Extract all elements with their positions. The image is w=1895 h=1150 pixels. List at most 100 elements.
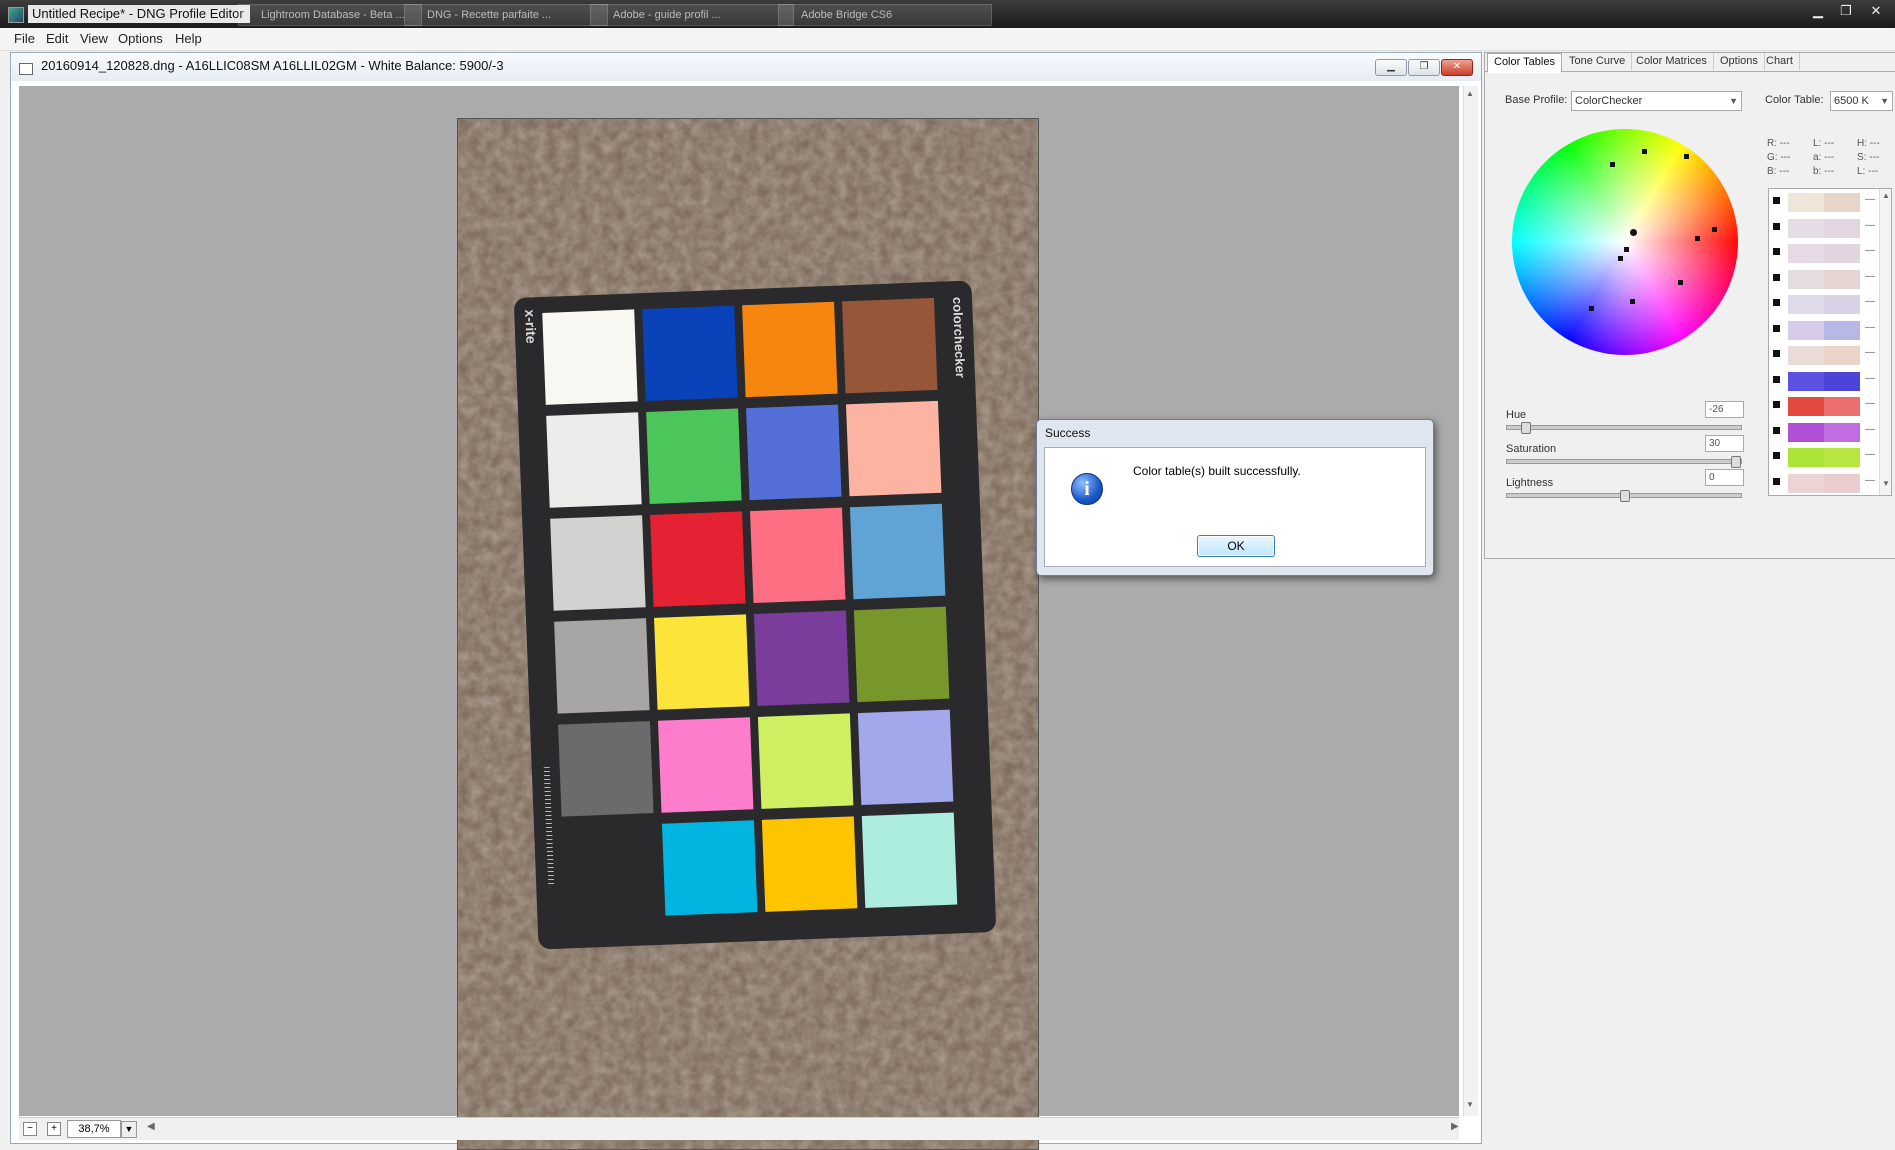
wheel-control-point[interactable] <box>1712 227 1717 232</box>
wheel-control-point[interactable] <box>1678 280 1683 285</box>
swatch-remove-icon[interactable]: — <box>1865 398 1875 409</box>
photo-canvas[interactable]: x-rite colorchecker <box>457 118 1039 1150</box>
hue-slider[interactable] <box>1506 422 1742 434</box>
scroll-down-icon[interactable]: ▼ <box>1466 1100 1474 1109</box>
lightness-label: Lightness <box>1506 477 1554 489</box>
doc-minimize-button[interactable]: ▁ <box>1375 59 1407 76</box>
swatch-row[interactable]: — <box>1769 189 1891 215</box>
swatch-remove-icon[interactable]: — <box>1865 449 1875 460</box>
wheel-control-point[interactable] <box>1695 236 1700 241</box>
menu-help[interactable]: Help <box>175 31 202 46</box>
hue-field[interactable]: -26 <box>1705 401 1744 418</box>
saturation-label: Saturation <box>1506 443 1557 455</box>
swatch-remove-icon[interactable]: — <box>1865 347 1875 358</box>
wheel-control-point[interactable] <box>1642 149 1647 154</box>
menu-options[interactable]: Options <box>118 31 163 46</box>
swatch-checkbox[interactable] <box>1773 401 1780 408</box>
swatch-row[interactable]: — <box>1769 266 1891 292</box>
menu-edit[interactable]: Edit <box>46 31 68 46</box>
wheel-control-point[interactable] <box>1610 162 1615 167</box>
wheel-control-point[interactable] <box>1618 256 1623 261</box>
wheel-control-point[interactable] <box>1630 299 1635 304</box>
image-viewport[interactable]: x-rite colorchecker <box>19 86 1459 1150</box>
zoom-dropdown-icon[interactable]: ▼ <box>121 1121 137 1138</box>
doc-restore-button[interactable]: ❐ <box>1408 59 1440 76</box>
tab-chart[interactable]: Chart <box>1760 53 1800 70</box>
swatch-row[interactable]: — <box>1769 291 1891 317</box>
taskbar-tab[interactable]: Adobe - guide profil ... <box>590 4 794 26</box>
scroll-left-icon[interactable]: ◀ <box>147 1121 155 1132</box>
swatch-remove-icon[interactable]: — <box>1865 220 1875 231</box>
swatch-checkbox[interactable] <box>1773 222 1780 230</box>
swatch-checkbox[interactable] <box>1773 426 1780 434</box>
swatch-checkbox[interactable] <box>1773 350 1780 357</box>
doc-close-button[interactable]: ✕ <box>1441 59 1473 76</box>
color-patch <box>546 412 642 508</box>
menu-file[interactable]: File <box>14 31 35 46</box>
swatch-row[interactable]: — <box>1769 215 1891 241</box>
hue-slider-thumb[interactable] <box>1520 422 1531 434</box>
tab-color-matrices[interactable]: Color Matrices <box>1630 53 1714 70</box>
swatch-row[interactable]: — <box>1769 444 1891 470</box>
swatch-checkbox[interactable] <box>1773 324 1780 332</box>
menu-view[interactable]: View <box>80 31 108 46</box>
taskbar-tab[interactable]: Lightroom Database - Beta ... <box>238 4 422 26</box>
saturation-field[interactable]: 30 <box>1705 435 1744 452</box>
swatch-checkbox[interactable] <box>1773 375 1780 383</box>
swatch-remove-icon[interactable]: — <box>1865 373 1875 384</box>
ok-button[interactable]: OK <box>1197 535 1275 557</box>
swatch-remove-icon[interactable]: — <box>1865 296 1875 307</box>
tab-color-tables[interactable]: Color Tables <box>1487 53 1562 73</box>
swatch-remove-icon[interactable]: — <box>1865 245 1875 256</box>
saturation-slider-thumb[interactable] <box>1730 456 1741 468</box>
lightness-field[interactable]: 0 <box>1705 469 1744 486</box>
swatch-remove-icon[interactable]: — <box>1865 194 1875 205</box>
maximize-icon[interactable]: ❐ <box>1832 2 1860 20</box>
swatch-row[interactable]: — <box>1769 368 1891 394</box>
taskbar-tab[interactable]: DNG - Recette parfaite ... <box>404 4 608 26</box>
swatch-remove-icon[interactable]: — <box>1865 424 1875 435</box>
swatch-checkbox[interactable] <box>1773 248 1780 255</box>
color-wheel[interactable] <box>1512 129 1738 355</box>
zoom-out-button[interactable]: − <box>23 1122 37 1136</box>
zoom-level-field[interactable]: 38,7% <box>67 1120 121 1138</box>
lightness-slider[interactable] <box>1506 490 1742 502</box>
tab-tone-curve[interactable]: Tone Curve <box>1563 53 1633 70</box>
scroll-right-icon[interactable]: ▶ <box>1451 1121 1459 1132</box>
vertical-scrollbar[interactable]: ▲ ▼ <box>1463 86 1478 1116</box>
swatch-row[interactable]: — <box>1769 342 1891 368</box>
l2-label: L: <box>1857 166 1866 177</box>
swatch-remove-icon[interactable]: — <box>1865 322 1875 333</box>
zoom-in-button[interactable]: + <box>47 1122 61 1136</box>
wheel-control-point[interactable] <box>1684 154 1689 159</box>
swatch-checkbox[interactable] <box>1773 273 1780 281</box>
swatch-row[interactable]: — <box>1769 393 1891 419</box>
lightness-slider-thumb[interactable] <box>1620 490 1630 502</box>
saturation-slider[interactable] <box>1506 456 1742 468</box>
swatch-remove-icon[interactable]: — <box>1865 475 1875 486</box>
swatch-checkbox[interactable] <box>1773 452 1780 459</box>
swatch-checkbox[interactable] <box>1773 299 1780 306</box>
swatch-list[interactable]: ▲ ▼ — — — — — — — — — — — — <box>1768 188 1892 496</box>
color-table-select[interactable]: 6500 K ▼ <box>1830 91 1893 111</box>
swatch-row[interactable]: — <box>1769 317 1891 343</box>
base-profile-select[interactable]: ColorChecker ▼ <box>1571 91 1742 111</box>
swatch-row[interactable]: — <box>1769 470 1891 496</box>
swatch-checkbox[interactable] <box>1773 197 1780 204</box>
wheel-control-point[interactable] <box>1589 306 1594 311</box>
colorchecker-chart: x-rite colorchecker <box>513 280 997 950</box>
wheel-selected-point[interactable] <box>1630 229 1637 236</box>
scroll-up-icon[interactable]: ▲ <box>1466 89 1474 98</box>
taskbar-tab[interactable]: Adobe Bridge CS6 <box>778 4 992 26</box>
tab-options[interactable]: Options <box>1714 53 1765 70</box>
hsl-readout: H: --- S: --- L: --- <box>1857 137 1880 179</box>
swatch-color <box>1787 396 1861 417</box>
swatch-row[interactable]: — <box>1769 419 1891 445</box>
close-icon[interactable]: ✕ <box>1862 2 1890 20</box>
swatch-row[interactable]: — <box>1769 240 1891 266</box>
swatch-checkbox[interactable] <box>1773 477 1780 485</box>
minimize-icon[interactable]: ▁ <box>1804 2 1832 20</box>
color-patch <box>853 606 950 703</box>
swatch-remove-icon[interactable]: — <box>1865 271 1875 282</box>
wheel-control-point[interactable] <box>1624 247 1629 252</box>
